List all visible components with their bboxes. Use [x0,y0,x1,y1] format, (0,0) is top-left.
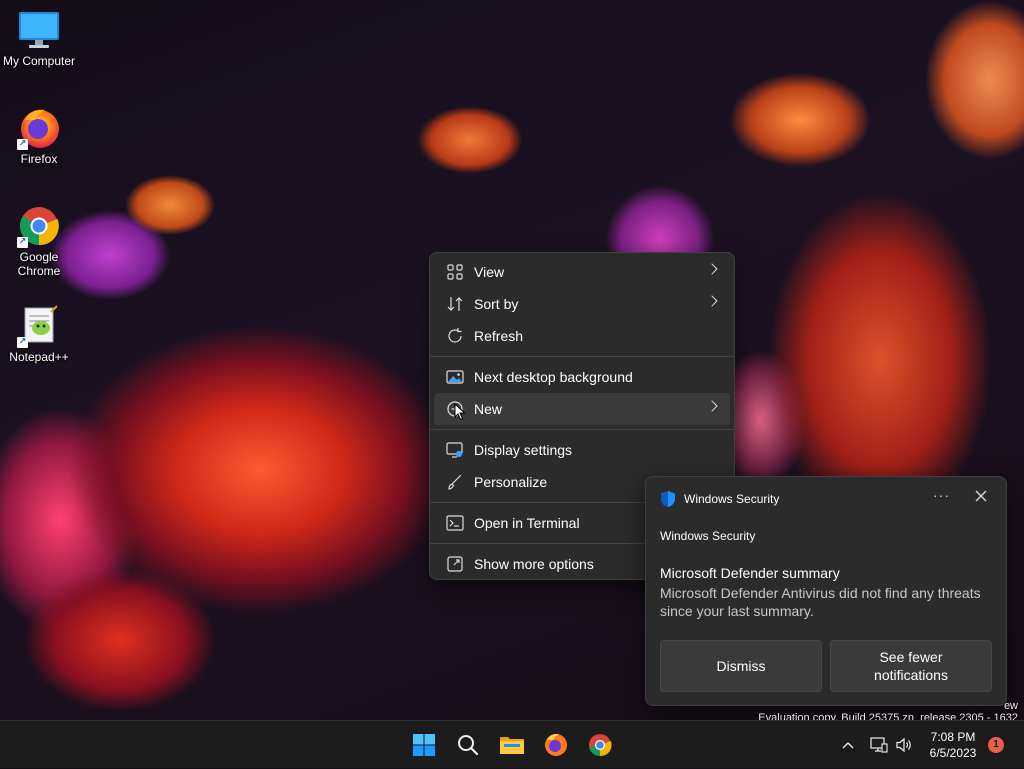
desktop-icon-label: Google Chrome [17,250,61,278]
desktop-icon-label: My Computer [2,54,76,68]
toast-app-label: Windows Security [660,529,756,543]
menu-item-label: Personalize [474,474,548,490]
brush-icon [446,473,464,491]
menu-item-label: Show more options [474,556,594,572]
refresh-icon [446,327,464,345]
chevron-right-icon [706,400,718,412]
firefox-icon [545,733,567,756]
menu-item-label: Display settings [474,442,573,458]
menu-item-label: Next desktop background [474,369,633,385]
desktop-icon-label: Firefox [20,152,58,166]
grid-icon [446,263,464,281]
firefox-taskbar-button[interactable] [540,729,572,761]
dismiss-button[interactable]: Dismiss [660,640,822,692]
firefox-icon: ↗ [17,106,61,150]
shield-icon [660,490,676,508]
show-hidden-icons-button[interactable] [838,721,858,769]
desktop-icon-label: Notepad++ [9,350,69,364]
wallpaper-icon [446,368,464,386]
menu-separator [430,356,734,357]
volume-button[interactable] [893,721,915,769]
shortcut-arrow-icon: ↗ [17,139,28,150]
menu-item-display-settings[interactable]: Display settings [434,434,730,466]
menu-item-label: Open in Terminal [474,515,580,531]
close-button[interactable] [974,489,988,503]
menu-item-label: New [474,401,503,417]
search-icon [458,735,479,756]
toast-app-name: Windows Security [684,492,780,506]
desktop[interactable]: { "desktop": { "icons": [ {"label": "My … [0,0,1024,768]
clock-date: 6/5/2023 [929,746,977,760]
notepadpp-icon: ↗ [17,304,61,348]
menu-item-sort-by[interactable]: Sort by [434,288,730,320]
windows-logo-icon [413,734,435,756]
network-icon [870,737,888,753]
toast-header: Windows Security [660,490,779,508]
network-button[interactable] [868,721,890,769]
speaker-icon [896,737,911,753]
menu-item-new[interactable]: New [434,393,730,425]
chevron-right-icon [706,295,718,307]
menu-item-view[interactable]: View [434,256,730,288]
toast-title: Microsoft Defender summary [660,565,840,581]
desktop-icon-google-chrome[interactable]: ↗ Google Chrome [0,204,78,278]
menu-separator [430,429,734,430]
terminal-icon [446,514,464,532]
sort-icon [446,295,464,313]
folder-icon [500,737,524,754]
clock-button[interactable]: 7:08 PM 6/5/2023 [920,729,986,761]
chrome-taskbar-button[interactable] [584,729,616,761]
shortcut-arrow-icon: ↗ [17,337,28,348]
watermark-line: ew [1003,700,1018,712]
taskbar: 7:08 PM 6/5/2023 1 [0,720,1024,768]
notification-toast[interactable]: Windows Security ··· Windows Security Mi… [645,476,1007,706]
clock-time: 7:08 PM [930,730,976,744]
desktop-icon-my-computer[interactable]: My Computer [0,8,78,68]
chevron-up-icon [842,742,854,749]
close-icon [975,490,987,502]
desktop-icon-notepadpp[interactable]: ↗ Notepad++ [0,304,78,364]
menu-item-label: Sort by [474,296,519,312]
toast-body: Microsoft Defender Antivirus did not fin… [660,585,981,619]
search-button[interactable] [452,729,484,761]
chrome-icon: ↗ [17,204,61,248]
chevron-right-icon [706,263,718,275]
start-button[interactable] [408,729,440,761]
menu-item-label: Refresh [474,328,524,344]
menu-item-next-desktop-background[interactable]: Next desktop background [434,361,730,393]
chrome-icon [589,734,612,757]
more-options-button[interactable]: ··· [933,487,950,503]
see-fewer-notifications-button[interactable]: See fewer notifications [830,640,992,692]
display-settings-icon [446,441,464,459]
monitor-icon [17,8,61,52]
file-explorer-button[interactable] [496,729,528,761]
shortcut-arrow-icon: ↗ [17,237,28,248]
menu-item-label: View [474,264,505,280]
notification-count-badge[interactable]: 1 [988,737,1004,753]
expand-icon [446,555,464,573]
menu-item-refresh[interactable]: Refresh [434,320,730,352]
mouse-cursor-icon [454,403,466,421]
desktop-icon-firefox[interactable]: ↗ Firefox [0,106,78,166]
